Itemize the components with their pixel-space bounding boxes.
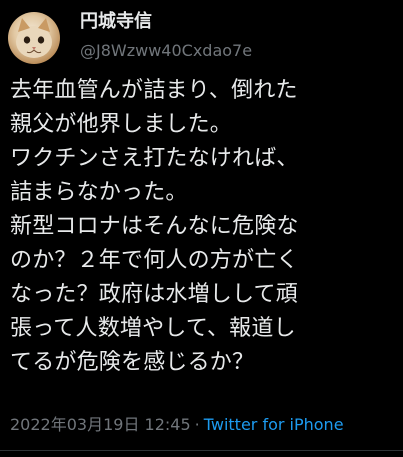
tweet-timestamp[interactable]: 2022年03月19日 12:45	[10, 415, 191, 434]
avatar[interactable]	[8, 12, 60, 64]
tweet-meta: 2022年03月19日 12:45 · Twitter for iPhone	[10, 414, 344, 436]
divider	[0, 450, 403, 451]
cat-avatar-icon	[16, 18, 52, 58]
tweet-source-link[interactable]: Twitter for iPhone	[204, 415, 344, 434]
author-display-name[interactable]: 円城寺信	[80, 10, 252, 34]
meta-separator: ·	[194, 415, 200, 434]
author-handle[interactable]: @J8Wzww40Cxdao7e	[80, 40, 252, 62]
tweet-card: 円城寺信 @J8Wzww40Cxdao7e 去年血管んが詰まり、倒れた 親父が他…	[0, 0, 403, 457]
author-block: 円城寺信 @J8Wzww40Cxdao7e	[80, 10, 252, 62]
tweet-text: 去年血管んが詰まり、倒れた 親父が他界しました。 ワクチンさえ打たなければ、 詰…	[10, 78, 299, 375]
